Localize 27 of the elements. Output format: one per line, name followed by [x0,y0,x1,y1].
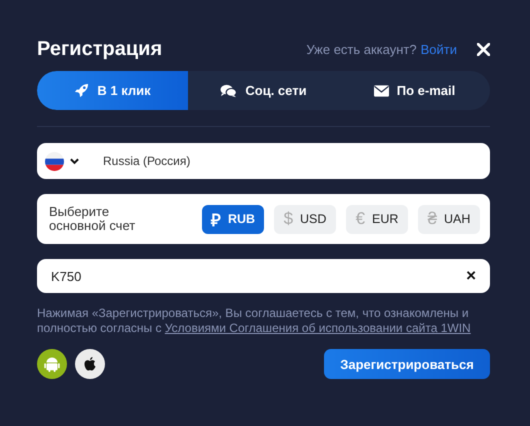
currency-option[interactable]: ₽ RUB [202,204,264,234]
android-icon[interactable] [37,349,67,380]
account-prompt: Уже есть аккаунт? [306,42,417,56]
terms-link[interactable]: Условиями Соглашения об использовании сайта 1WIN [164,321,471,336]
modal-title: Регистрация [37,38,164,60]
terms-text: Нажимая «Зарегистрироваться», Вы соглашаетесь с тем, что ознакомлены и полностью согласны с Условиями Соглашения об использовании сайта 1WIN [37,306,472,336]
envelope-icon [374,84,389,96]
promo-code-value: K750 [51,268,82,284]
close-icon[interactable] [477,42,490,56]
currency-option[interactable]: ₴ UAH [418,204,480,234]
login-link[interactable]: Войти [420,42,457,56]
currency-label: Выберите основной счет [49,204,136,234]
rocket-icon [74,83,90,98]
currency-option[interactable]: € EUR [346,204,408,234]
chevron-down-icon[interactable] [70,158,79,164]
chat-icon [220,84,238,98]
tab[interactable]: По e-mail [339,71,490,110]
clear-button[interactable]: × [466,266,476,286]
tab[interactable]: В 1 клик [37,71,188,110]
apple-icon[interactable] [75,349,105,380]
country-field[interactable]: Russia (Россия) [37,143,490,179]
country-value: Russia (Россия) [103,154,190,168]
tab[interactable]: Соц. сети [188,71,339,110]
promo-code-field[interactable]: K750 × [37,259,490,293]
currency-option[interactable]: $ USD [274,204,336,234]
register-button[interactable]: Зарегистрироваться [324,349,490,380]
flag-icon [45,152,64,170]
